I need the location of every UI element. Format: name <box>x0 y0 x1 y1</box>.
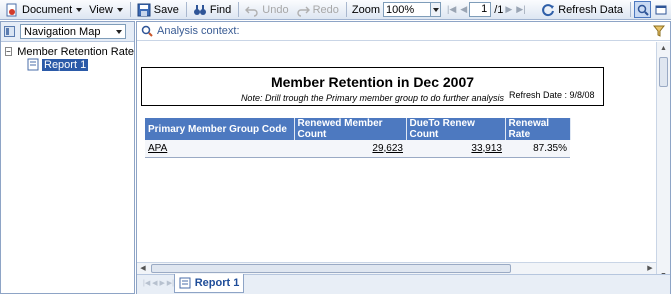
page-total: /1 <box>494 3 504 16</box>
zoom-dropdown[interactable] <box>431 2 441 17</box>
chevron-down-icon <box>113 25 125 38</box>
document-icon <box>15 45 16 58</box>
separator <box>185 2 187 17</box>
search-toggle-button[interactable] <box>634 1 651 18</box>
navigation-header: Navigation Map <box>1 22 134 42</box>
report-canvas: Member Retention in Dec 2007 Note: Drill… <box>137 42 656 282</box>
analysis-context-bar: Analysis context: <box>137 22 670 41</box>
due-to-renew-link[interactable]: 33,913 <box>406 140 505 158</box>
magnifier-icon <box>637 4 649 16</box>
binoculars-icon <box>193 3 207 17</box>
chevron-down-icon <box>116 7 123 12</box>
separator <box>345 2 347 17</box>
table-row: APA 29,623 33,913 87.35% <box>145 140 570 158</box>
group-code-link[interactable]: APA <box>145 140 294 158</box>
redo-icon <box>296 3 310 17</box>
report-icon <box>27 58 39 71</box>
scroll-thumb[interactable] <box>151 264 511 273</box>
page-value: 1 <box>481 3 488 15</box>
table-header-row: Primary Member Group Code Renewed Member… <box>145 118 571 140</box>
collapse-icon[interactable]: − <box>5 47 12 56</box>
filter-icon[interactable] <box>653 25 665 37</box>
scroll-up-icon[interactable]: ▲ <box>657 42 670 55</box>
zoom-input[interactable]: 100% <box>383 2 431 17</box>
view-label: View <box>89 3 113 16</box>
refresh-data-button[interactable]: Refresh Data <box>538 1 626 19</box>
refresh-date: Refresh Date : 9/8/08 <box>509 90 595 100</box>
tab-nav-icons[interactable]: |◀ ◀ ▶ ▶| <box>143 279 174 287</box>
left-panel: Navigation Map − Member Retention Rate R… <box>0 21 135 294</box>
view-menu[interactable]: View <box>86 1 126 19</box>
renewed-count-link[interactable]: 29,623 <box>294 140 406 158</box>
window-toggle-button[interactable] <box>653 2 669 18</box>
report-tabs: |◀ ◀ ▶ ▶| Report 1 <box>137 274 670 294</box>
save-label: Save <box>153 3 179 16</box>
scroll-left-icon[interactable]: ◀ <box>137 263 149 274</box>
refresh-label: Refresh Data <box>558 3 623 16</box>
tree-node-member-retention-rate[interactable]: − Member Retention Rate <box>5 45 134 58</box>
horizontal-scrollbar[interactable]: ◀ ▶ <box>137 262 656 274</box>
window-icon <box>655 5 667 14</box>
navigation-tree: − Member Retention Rate Report 1 <box>1 42 134 71</box>
document-menu[interactable]: Document <box>2 1 85 19</box>
find-button[interactable]: Find <box>190 1 234 19</box>
navigation-map-select[interactable]: Navigation Map <box>20 24 126 39</box>
toolbar: Document View Save Find Undo Redo Zoom 1… <box>0 0 671 20</box>
page-number-input[interactable]: 1 <box>469 2 492 17</box>
magnifier-icon <box>141 25 153 37</box>
retention-table: Primary Member Group Code Renewed Member… <box>145 118 571 158</box>
report-panel: Analysis context: Member Retention in De… <box>136 21 671 294</box>
refresh-icon <box>541 3 555 17</box>
previous-page-icon[interactable]: ◀ <box>460 4 467 15</box>
save-icon <box>137 3 151 17</box>
tree-root-label: Member Retention Rate <box>17 45 134 58</box>
panel-icon[interactable] <box>4 26 15 37</box>
renewal-rate-cell: 87.35% <box>505 140 570 158</box>
chevron-down-icon <box>76 7 83 12</box>
tree-child-label: Report 1 <box>42 58 89 71</box>
save-button[interactable]: Save <box>134 1 182 19</box>
report-icon <box>179 277 191 289</box>
column-header: Primary Member Group Code <box>145 118 295 140</box>
undo-label: Undo <box>262 3 289 16</box>
find-label: Find <box>209 3 232 16</box>
zoom-value: 100% <box>386 3 415 16</box>
report-header-box: Member Retention in Dec 2007 Note: Drill… <box>141 67 604 106</box>
separator <box>129 2 131 17</box>
column-header: Renewed Member Count <box>294 118 407 140</box>
last-page-icon[interactable]: ▶| <box>516 4 525 15</box>
navigation-map-value: Navigation Map <box>24 25 101 38</box>
tab-label: Report 1 <box>194 277 240 289</box>
vertical-scrollbar[interactable]: ▲ ▼ <box>656 42 670 282</box>
column-header: Renewal Rate <box>505 118 571 140</box>
undo-icon <box>245 3 259 17</box>
zoom-label: Zoom <box>351 3 380 16</box>
chevron-down-icon <box>432 7 439 12</box>
tab-report-1[interactable]: Report 1 <box>174 274 244 293</box>
separator <box>630 2 631 17</box>
next-page-icon[interactable]: ▶ <box>505 4 512 15</box>
analysis-context-label[interactable]: Analysis context: <box>157 25 240 37</box>
redo-button[interactable]: Redo <box>293 1 342 19</box>
scroll-thumb[interactable] <box>659 57 668 87</box>
redo-label: Redo <box>312 3 339 16</box>
column-header: DueTo Renew Count <box>406 118 506 140</box>
first-page-icon[interactable]: |◀ <box>447 4 456 15</box>
report-title: Member Retention in Dec 2007 <box>270 74 475 90</box>
separator <box>238 2 240 17</box>
document-icon <box>5 3 19 17</box>
document-label: Document <box>22 3 73 16</box>
undo-button[interactable]: Undo <box>242 1 291 19</box>
tree-node-report-1[interactable]: Report 1 <box>5 58 134 71</box>
scroll-right-icon[interactable]: ▶ <box>644 263 656 274</box>
